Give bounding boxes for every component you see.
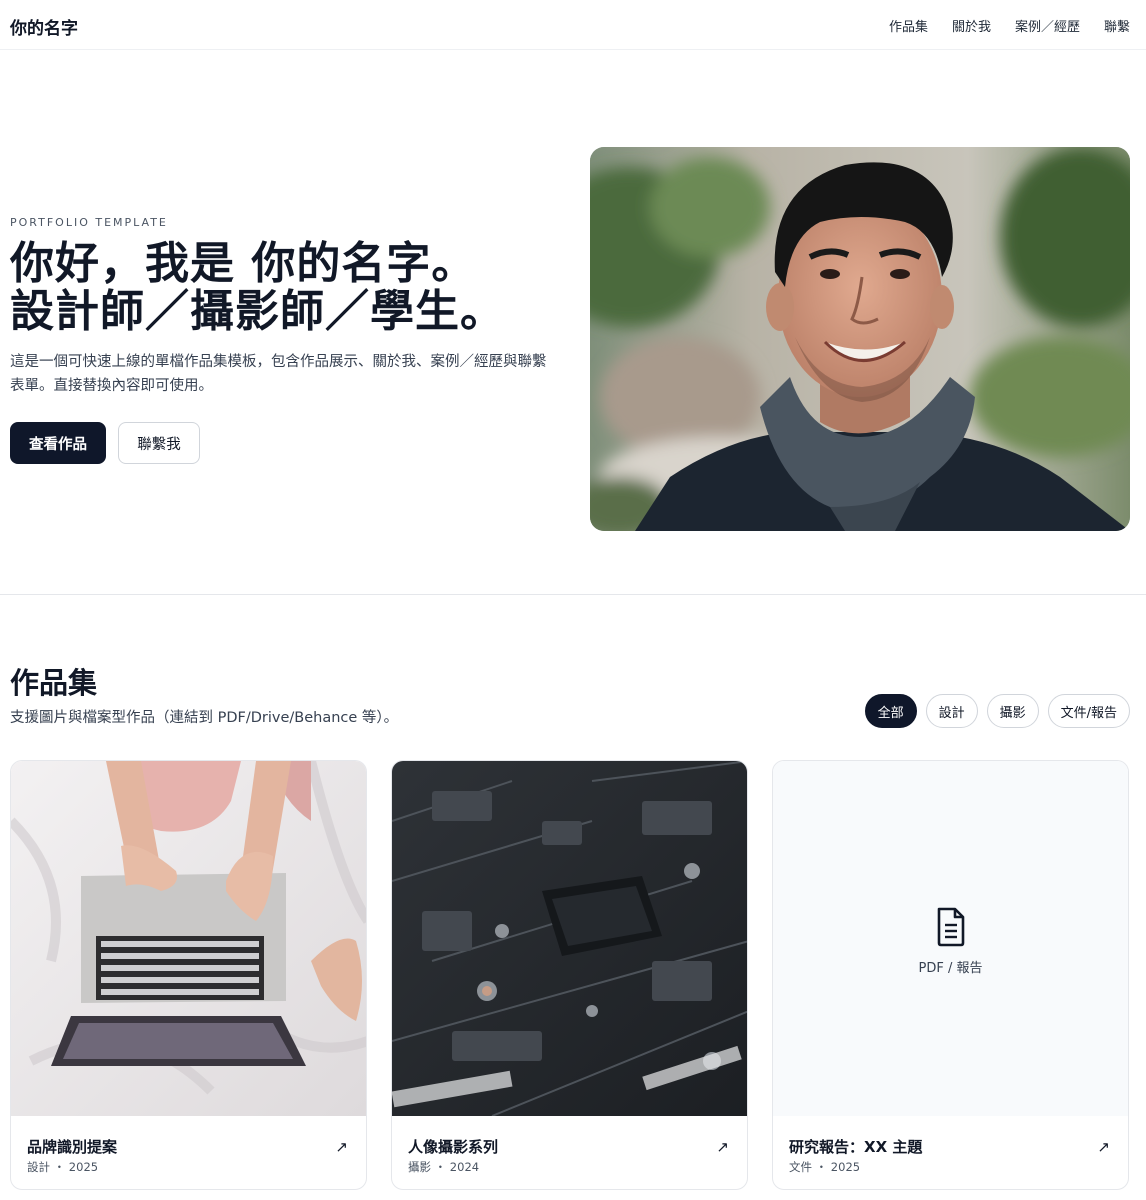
- nav-link-cases[interactable]: 案例／經歷: [1015, 16, 1080, 35]
- nav-link-portfolio[interactable]: 作品集: [889, 16, 928, 35]
- portfolio-title: 作品集: [10, 666, 98, 700]
- hero-title: 你好，我是 你的名字。 設計師／攝影師／學生。: [10, 240, 570, 336]
- card-image-circuit-board: [392, 761, 747, 1116]
- card-title: 品牌識別提案: [27, 1138, 118, 1156]
- arrow-up-right-icon[interactable]: ↗: [1097, 1138, 1110, 1156]
- filter-documents[interactable]: 文件/報告: [1047, 694, 1130, 728]
- card-title: 研究報告：XX 主題: [789, 1138, 923, 1156]
- portfolio-card-research-report[interactable]: PDF / 報告 研究報告：XX 主題 文件 ・ 2025 ↗: [772, 760, 1129, 1190]
- document-icon: [937, 907, 965, 947]
- card-image-laptop: [11, 761, 366, 1116]
- hero-title-line-2: 設計師／攝影師／學生。: [10, 286, 505, 337]
- card-body: 人像攝影系列 攝影 ・ 2024 ↗: [392, 1116, 747, 1189]
- section-divider: [0, 594, 1146, 595]
- top-navbar: 你的名字 作品集 關於我 案例／經歷 聯繫: [0, 0, 1146, 50]
- portfolio-description: 支援圖片與檔案型作品（連結到 PDF/Drive/Behance 等）。: [10, 710, 399, 726]
- filter-all[interactable]: 全部: [864, 694, 917, 728]
- card-meta: 攝影 ・ 2024: [408, 1160, 480, 1174]
- card-body: 品牌識別提案 設計 ・ 2025 ↗: [11, 1116, 366, 1189]
- filter-design[interactable]: 設計: [925, 694, 978, 728]
- portfolio-card-brand-identity[interactable]: 品牌識別提案 設計 ・ 2025 ↗: [10, 760, 367, 1190]
- card-meta: 設計 ・ 2025: [27, 1160, 99, 1174]
- nav-link-contact[interactable]: 聯繫: [1104, 16, 1130, 35]
- nav-link-about[interactable]: 關於我: [952, 16, 991, 35]
- arrow-up-right-icon[interactable]: ↗: [335, 1138, 348, 1156]
- card-meta: 文件 ・ 2025: [789, 1160, 861, 1174]
- hero-portrait-photo: [590, 147, 1130, 531]
- filter-chips: 全部 設計 攝影 文件/報告: [864, 694, 1130, 728]
- document-type-label: PDF / 報告: [918, 961, 983, 976]
- brand-name[interactable]: 你的名字: [10, 14, 78, 39]
- hero-title-line-1: 你好，我是 你的名字。: [10, 238, 477, 289]
- card-body: 研究報告：XX 主題 文件 ・ 2025 ↗: [773, 1116, 1128, 1189]
- card-title: 人像攝影系列: [408, 1138, 499, 1156]
- view-work-button[interactable]: 查看作品: [10, 422, 106, 464]
- filter-photography[interactable]: 攝影: [986, 694, 1039, 728]
- card-document-placeholder: PDF / 報告: [773, 761, 1128, 1116]
- arrow-up-right-icon[interactable]: ↗: [716, 1138, 729, 1156]
- contact-me-button[interactable]: 聯繫我: [118, 422, 200, 464]
- main-nav: 作品集 關於我 案例／經歷 聯繫: [889, 16, 1130, 35]
- hero-description: 這是一個可快速上線的單檔作品集模板，包含作品展示、關於我、案例／經歷與聯繫表單。…: [10, 354, 547, 394]
- hero-eyebrow: PORTFOLIO TEMPLATE: [10, 216, 168, 229]
- portfolio-card-portrait-series[interactable]: 人像攝影系列 攝影 ・ 2024 ↗: [391, 760, 748, 1190]
